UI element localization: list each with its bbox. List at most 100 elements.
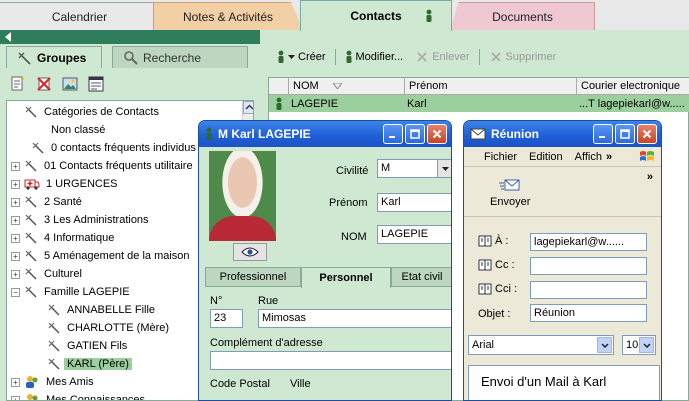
tree-item[interactable]: GATIEN Fils	[47, 337, 130, 355]
modifier-button[interactable]: Modifier...	[342, 48, 407, 66]
tree-item[interactable]: +2 Santé	[11, 193, 85, 211]
tab-recherche[interactable]: Recherche	[112, 46, 248, 68]
cc-label: Cc :	[495, 259, 515, 271]
tab-documents[interactable]: Documents	[450, 2, 595, 30]
tab-recherche-label: Recherche	[143, 50, 202, 65]
cc-button[interactable]: Cc :	[478, 259, 515, 271]
tree-item[interactable]: + Mes Connaissances	[11, 391, 148, 401]
properties-icon[interactable]	[88, 76, 104, 92]
grid-header-prenom[interactable]: Prénom	[405, 78, 577, 95]
table-row[interactable]: LAGEPIE Karl ...T lagepiekarl@w.....	[269, 95, 689, 112]
menu-fichier[interactable]: Fichier	[484, 151, 517, 163]
message-body[interactable]: Envoi d'un Mail à Karl	[468, 365, 660, 400]
expand-toggle-icon[interactable]: +	[11, 179, 20, 189]
enlever-button[interactable]: Enlever	[412, 48, 472, 66]
cc-field[interactable]	[530, 257, 647, 275]
maximize-button[interactable]	[405, 124, 425, 144]
civilite-select[interactable]: M	[377, 159, 451, 178]
modifier-label: Modifier...	[355, 51, 404, 63]
tree-item-label: 0 contacts fréquents individus	[51, 142, 196, 154]
tree-item[interactable]: Catégories de Contacts	[11, 103, 162, 121]
pin-icon	[47, 321, 61, 335]
tree-item[interactable]: CHARLOTTE (Mère)	[47, 319, 172, 337]
view-photo-button[interactable]	[233, 243, 267, 261]
meeting-window-titlebar[interactable]: Réunion	[464, 121, 661, 147]
expand-toggle-icon[interactable]: +	[11, 233, 20, 243]
menu-affichage[interactable]: Affich	[575, 151, 602, 163]
scroll-up-icon[interactable]	[243, 101, 253, 114]
grid-header-nom[interactable]: NOM	[289, 78, 405, 95]
complement-field[interactable]	[210, 351, 451, 370]
tree-item-label: CHARLOTTE (Mère)	[67, 322, 170, 334]
a-field[interactable]: lagepiekarl@w......	[530, 233, 647, 251]
address-book-icon	[478, 235, 492, 247]
supprimer-button[interactable]: Supprimer	[486, 48, 560, 66]
envoyer-label: Envoyer	[490, 196, 531, 208]
tab-notes-activites[interactable]: Notes & Activités	[153, 2, 303, 30]
tree-item[interactable]: 0 contacts fréquents individus	[31, 139, 199, 157]
a-value: lagepiekarl@w......	[534, 236, 625, 248]
nom-field[interactable]: LAGEPIE	[377, 225, 451, 244]
a-button[interactable]: À :	[478, 235, 508, 247]
header-nom-label: NOM	[293, 80, 319, 92]
tree-item[interactable]: Non classé	[31, 121, 108, 139]
rue-field[interactable]: Mimosas	[258, 309, 451, 328]
numero-field[interactable]: 23	[210, 309, 243, 328]
contact-window-title: M Karl LAGEPIE	[218, 127, 311, 141]
left-panel-header	[0, 30, 260, 44]
header-courrier-label: Courier electronique	[581, 80, 681, 92]
tab-calendrier[interactable]: Calendrier	[0, 2, 160, 30]
expand-toggle-icon[interactable]: +	[11, 197, 20, 207]
tree-item[interactable]: +1 URGENCES	[11, 175, 121, 193]
close-button[interactable]	[637, 124, 657, 144]
collapse-left-icon[interactable]	[5, 32, 11, 42]
expand-toggle-icon[interactable]: +	[11, 269, 20, 279]
grid-header-icon-col[interactable]	[269, 78, 289, 95]
envoyer-button[interactable]: Envoyer	[490, 177, 530, 208]
tree-item[interactable]: +3 Les Administrations	[11, 211, 152, 229]
civilite-value: M	[381, 162, 391, 174]
grid-header-courrier[interactable]: Courier electronique	[577, 78, 689, 95]
close-button[interactable]	[427, 124, 447, 144]
tree-item[interactable]: + Culturel	[11, 265, 85, 283]
expand-toggle-icon[interactable]: +	[11, 215, 20, 225]
expand-toggle-icon[interactable]: +	[11, 161, 20, 171]
tree-item[interactable]: +4 Informatique	[11, 229, 117, 247]
font-size-select[interactable]: 10	[622, 335, 656, 355]
cci-button[interactable]: Cci :	[478, 283, 517, 295]
tree-item[interactable]: +5 Aménagement de la maison	[11, 247, 193, 265]
person-icon	[205, 127, 213, 141]
font-name-select[interactable]: Arial	[468, 335, 614, 355]
toolbar-more-chevron[interactable]: »	[647, 171, 653, 183]
expand-toggle-icon[interactable]: +	[11, 377, 20, 387]
cci-field[interactable]	[530, 281, 647, 299]
menu-more-chevron[interactable]: »	[606, 151, 612, 163]
expand-toggle-icon[interactable]: −	[11, 287, 20, 297]
maximize-button[interactable]	[615, 124, 635, 144]
expand-toggle-icon[interactable]: +	[11, 251, 20, 261]
menu-edition[interactable]: Edition	[529, 151, 563, 163]
tree-item-label: Mes Connaissances	[46, 394, 146, 401]
message-body-text: Envoi d'un Mail à Karl	[481, 374, 607, 389]
image-icon[interactable]	[62, 76, 78, 92]
tree-item[interactable]: + Mes Amis	[11, 373, 97, 391]
tab-professionnel[interactable]: Professionnel	[205, 267, 301, 287]
creer-button[interactable]: Créer	[274, 48, 329, 66]
expand-toggle-icon[interactable]: +	[11, 395, 20, 400]
mail-icon	[470, 127, 486, 141]
tree-item[interactable]: ANNABELLE Fille	[47, 301, 158, 319]
tab-etat-civil[interactable]: Etat civil	[391, 267, 451, 287]
contact-window-titlebar[interactable]: M Karl LAGEPIE	[199, 121, 451, 147]
tab-groupes[interactable]: Groupes	[6, 46, 102, 68]
minimize-button[interactable]	[383, 124, 403, 144]
tree-item[interactable]: +01 Contacts fréquents utilitaire	[11, 157, 196, 175]
tab-contacts[interactable]: Contacts	[300, 0, 452, 31]
new-group-icon[interactable]	[10, 76, 26, 92]
tab-notes-label: Notes & Activités	[182, 9, 274, 24]
objet-field[interactable]: Réunion	[530, 304, 647, 322]
tab-personnel[interactable]: Personnel	[301, 267, 391, 288]
delete-group-icon[interactable]	[36, 76, 52, 92]
prenom-field[interactable]: Karl	[377, 193, 451, 212]
tree-item[interactable]: − Famille LAGEPIE	[11, 283, 133, 301]
minimize-button[interactable]	[593, 124, 613, 144]
